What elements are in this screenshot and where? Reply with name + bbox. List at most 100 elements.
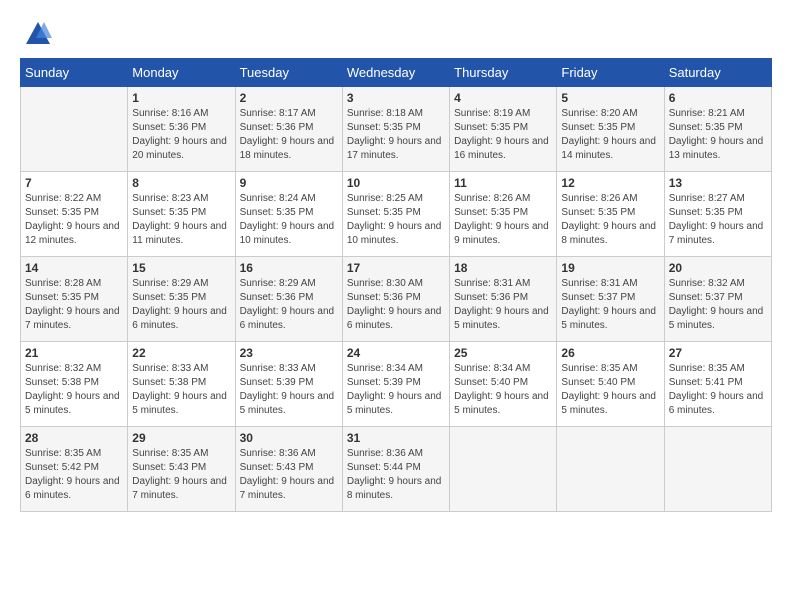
calendar-cell: 20Sunrise: 8:32 AMSunset: 5:37 PMDayligh… [664, 257, 771, 342]
day-number: 21 [25, 346, 123, 360]
calendar-cell: 18 Sunrise: 8:31 AMSunset: 5:36 PMDayligh… [450, 257, 557, 342]
day-info: Sunrise: 8:35 AMSunset: 5:41 PMDaylight:… [669, 362, 767, 418]
logo-icon [24, 20, 52, 48]
day-number: 25 [454, 346, 552, 360]
day-number: 4 [454, 91, 552, 105]
calendar-cell: 2Sunrise: 8:17 AMSunset: 5:36 PMDaylight… [235, 87, 342, 172]
day-number: 24 [347, 346, 445, 360]
day-info: Sunrise: 8:20 AMSunset: 5:35 PMDaylight:… [561, 107, 659, 163]
calendar-cell: 9 Sunrise: 8:24 AMSunset: 5:35 PMDaylight… [235, 172, 342, 257]
day-info: Sunrise: 8:21 AMSunset: 5:35 PMDaylight:… [669, 107, 767, 163]
calendar-table: SundayMondayTuesdayWednesdayThursdayFrid… [20, 58, 772, 512]
calendar-cell: 19 Sunrise: 8:31 AMSunset: 5:37 PMDayligh… [557, 257, 664, 342]
weekday-header-sunday: Sunday [21, 59, 128, 87]
calendar-week-row: 14Sunrise: 8:28 AMSunset: 5:35 PMDayligh… [21, 257, 772, 342]
calendar-cell: 12 Sunrise: 8:26 AMSunset: 5:35 PMDayligh… [557, 172, 664, 257]
day-number: 16 [240, 261, 338, 275]
logo [20, 20, 52, 48]
day-number: 26 [561, 346, 659, 360]
day-info: Sunrise: 8:26 AMSunset: 5:35 PMDaylight:… [561, 192, 659, 248]
day-number: 12 [561, 176, 659, 190]
calendar-week-row: 21 Sunrise: 8:32 AMSunset: 5:38 PMDayligh… [21, 342, 772, 427]
day-info: Sunrise: 8:35 AMSunset: 5:40 PMDaylight:… [561, 362, 659, 418]
calendar-cell: 13 Sunrise: 8:27 AMSunset: 5:35 PMDayligh… [664, 172, 771, 257]
calendar-cell: 31 Sunrise: 8:36 AMSunset: 5:44 PMDayligh… [342, 427, 449, 512]
calendar-cell [557, 427, 664, 512]
calendar-cell: 16Sunrise: 8:29 AMSunset: 5:36 PMDayligh… [235, 257, 342, 342]
day-number: 7 [25, 176, 123, 190]
day-number: 13 [669, 176, 767, 190]
day-number: 28 [25, 431, 123, 445]
day-number: 18 [454, 261, 552, 275]
day-number: 6 [669, 91, 767, 105]
calendar-cell: 4 Sunrise: 8:19 AMSunset: 5:35 PMDaylight… [450, 87, 557, 172]
calendar-body: 1 Sunrise: 8:16 AMSunset: 5:36 PMDaylight… [21, 87, 772, 512]
day-info: Sunrise: 8:33 AMSunset: 5:38 PMDaylight:… [132, 362, 230, 418]
day-info: Sunrise: 8:23 AMSunset: 5:35 PMDaylight:… [132, 192, 230, 248]
day-info: Sunrise: 8:29 AMSunset: 5:35 PMDaylight:… [132, 277, 230, 333]
calendar-cell: 17 Sunrise: 8:30 AMSunset: 5:36 PMDayligh… [342, 257, 449, 342]
calendar-cell: 25 Sunrise: 8:34 AMSunset: 5:40 PMDayligh… [450, 342, 557, 427]
day-number: 8 [132, 176, 230, 190]
weekday-header-saturday: Saturday [664, 59, 771, 87]
day-number: 15 [132, 261, 230, 275]
day-info: Sunrise: 8:35 AMSunset: 5:42 PMDaylight:… [25, 447, 123, 503]
day-info: Sunrise: 8:19 AMSunset: 5:35 PMDaylight:… [454, 107, 552, 163]
day-info: Sunrise: 8:34 AMSunset: 5:39 PMDaylight:… [347, 362, 445, 418]
calendar-cell: 5 Sunrise: 8:20 AMSunset: 5:35 PMDaylight… [557, 87, 664, 172]
weekday-header-monday: Monday [128, 59, 235, 87]
day-info: Sunrise: 8:18 AMSunset: 5:35 PMDaylight:… [347, 107, 445, 163]
calendar-cell: 14Sunrise: 8:28 AMSunset: 5:35 PMDayligh… [21, 257, 128, 342]
day-number: 2 [240, 91, 338, 105]
day-number: 23 [240, 346, 338, 360]
day-info: Sunrise: 8:31 AMSunset: 5:37 PMDaylight:… [561, 277, 659, 333]
calendar-week-row: 7Sunrise: 8:22 AMSunset: 5:35 PMDaylight… [21, 172, 772, 257]
day-number: 3 [347, 91, 445, 105]
calendar-cell: 30 Sunrise: 8:36 AMSunset: 5:43 PMDayligh… [235, 427, 342, 512]
day-number: 5 [561, 91, 659, 105]
day-info: Sunrise: 8:30 AMSunset: 5:36 PMDaylight:… [347, 277, 445, 333]
day-info: Sunrise: 8:32 AMSunset: 5:38 PMDaylight:… [25, 362, 123, 418]
day-info: Sunrise: 8:31 AMSunset: 5:36 PMDaylight:… [454, 277, 552, 333]
day-number: 11 [454, 176, 552, 190]
calendar-cell: 21 Sunrise: 8:32 AMSunset: 5:38 PMDayligh… [21, 342, 128, 427]
day-info: Sunrise: 8:24 AMSunset: 5:35 PMDaylight:… [240, 192, 338, 248]
day-number: 22 [132, 346, 230, 360]
day-info: Sunrise: 8:36 AMSunset: 5:43 PMDaylight:… [240, 447, 338, 503]
calendar-cell: 29 Sunrise: 8:35 AMSunset: 5:43 PMDayligh… [128, 427, 235, 512]
calendar-week-row: 1 Sunrise: 8:16 AMSunset: 5:36 PMDaylight… [21, 87, 772, 172]
day-info: Sunrise: 8:34 AMSunset: 5:40 PMDaylight:… [454, 362, 552, 418]
calendar-cell: 23Sunrise: 8:33 AMSunset: 5:39 PMDayligh… [235, 342, 342, 427]
day-info: Sunrise: 8:28 AMSunset: 5:35 PMDaylight:… [25, 277, 123, 333]
calendar-cell [21, 87, 128, 172]
weekday-header-thursday: Thursday [450, 59, 557, 87]
calendar-cell: 27 Sunrise: 8:35 AMSunset: 5:41 PMDayligh… [664, 342, 771, 427]
weekday-header-tuesday: Tuesday [235, 59, 342, 87]
day-info: Sunrise: 8:36 AMSunset: 5:44 PMDaylight:… [347, 447, 445, 503]
weekday-header-row: SundayMondayTuesdayWednesdayThursdayFrid… [21, 59, 772, 87]
calendar-cell: 15 Sunrise: 8:29 AMSunset: 5:35 PMDayligh… [128, 257, 235, 342]
weekday-header-wednesday: Wednesday [342, 59, 449, 87]
day-number: 9 [240, 176, 338, 190]
calendar-cell [450, 427, 557, 512]
day-info: Sunrise: 8:27 AMSunset: 5:35 PMDaylight:… [669, 192, 767, 248]
day-number: 27 [669, 346, 767, 360]
day-info: Sunrise: 8:35 AMSunset: 5:43 PMDaylight:… [132, 447, 230, 503]
day-info: Sunrise: 8:16 AMSunset: 5:36 PMDaylight:… [132, 107, 230, 163]
day-number: 31 [347, 431, 445, 445]
calendar-cell: 24 Sunrise: 8:34 AMSunset: 5:39 PMDayligh… [342, 342, 449, 427]
day-number: 29 [132, 431, 230, 445]
calendar-week-row: 28 Sunrise: 8:35 AMSunset: 5:42 PMDayligh… [21, 427, 772, 512]
day-number: 19 [561, 261, 659, 275]
calendar-cell: 8 Sunrise: 8:23 AMSunset: 5:35 PMDaylight… [128, 172, 235, 257]
calendar-cell: 6 Sunrise: 8:21 AMSunset: 5:35 PMDaylight… [664, 87, 771, 172]
day-number: 17 [347, 261, 445, 275]
day-info: Sunrise: 8:32 AMSunset: 5:37 PMDaylight:… [669, 277, 767, 333]
calendar-cell: 28 Sunrise: 8:35 AMSunset: 5:42 PMDayligh… [21, 427, 128, 512]
day-info: Sunrise: 8:25 AMSunset: 5:35 PMDaylight:… [347, 192, 445, 248]
day-info: Sunrise: 8:26 AMSunset: 5:35 PMDaylight:… [454, 192, 552, 248]
calendar-cell: 3 Sunrise: 8:18 AMSunset: 5:35 PMDaylight… [342, 87, 449, 172]
day-number: 1 [132, 91, 230, 105]
day-number: 30 [240, 431, 338, 445]
calendar-cell: 26 Sunrise: 8:35 AMSunset: 5:40 PMDayligh… [557, 342, 664, 427]
